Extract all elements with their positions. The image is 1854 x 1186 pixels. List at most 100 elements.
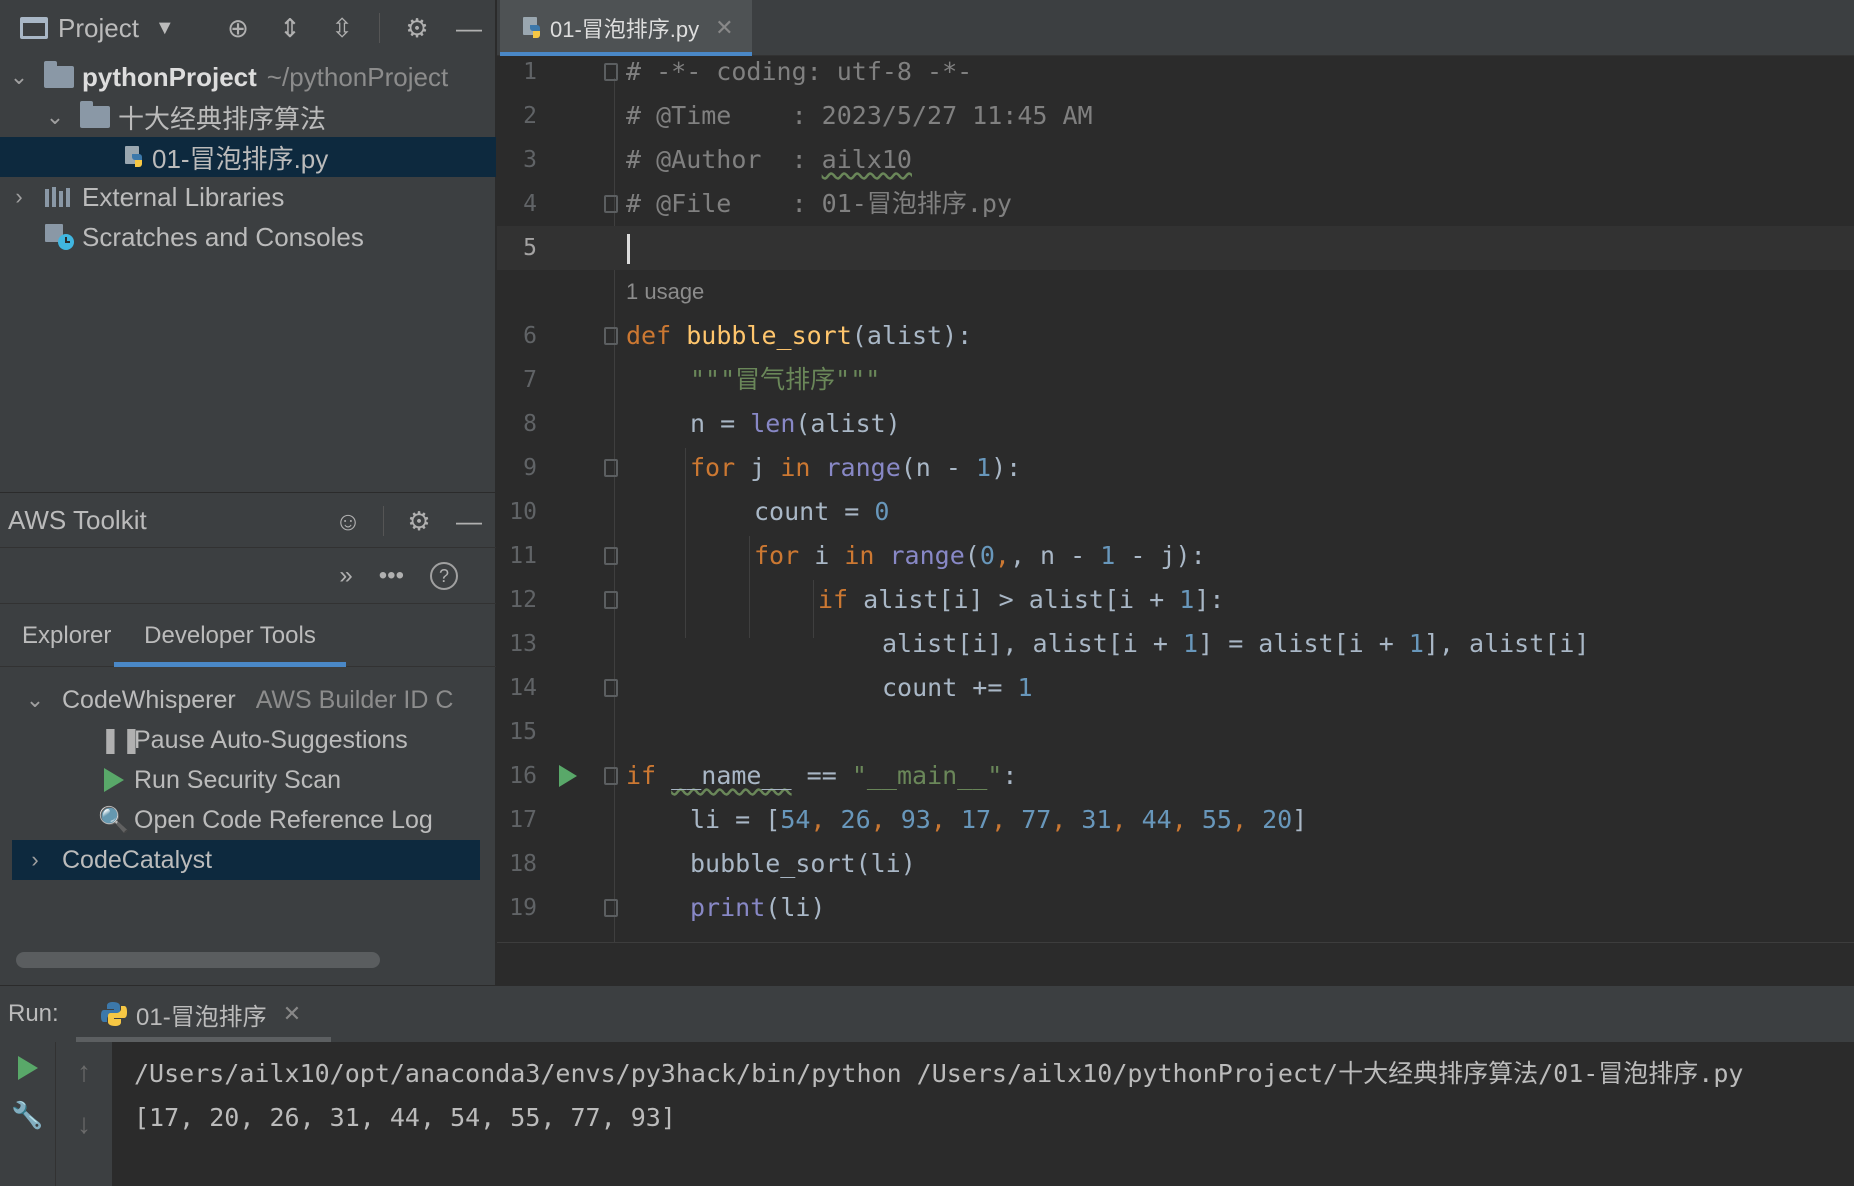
tree-item-codecatalyst[interactable]: › CodeCatalyst [12, 840, 480, 880]
code-text: # @Author : ailx10 [626, 138, 912, 182]
project-panel-title[interactable]: Project [58, 13, 139, 44]
tree-item-security-scan[interactable]: Run Security Scan [0, 760, 496, 800]
more-options-icon[interactable]: ••• [379, 562, 404, 590]
fold-marker-icon[interactable] [604, 63, 618, 81]
tree-item-python-project[interactable]: ⌄ pythonProject ~/pythonProject [0, 57, 496, 97]
line-number: 5 [523, 235, 537, 261]
docstring: """冒气排序""" [690, 365, 881, 394]
minimize-icon[interactable]: — [454, 506, 484, 536]
console-command-line: /Users/ailx10/opt/anaconda3/envs/py3hack… [134, 1059, 1744, 1088]
usage-hint[interactable]: 1 usage [626, 270, 704, 314]
gear-icon[interactable]: ⚙ [404, 506, 434, 536]
collapse-all-icon[interactable]: ⇳ [327, 13, 357, 43]
project-root-name: pythonProject [82, 61, 257, 92]
line-number: 17 [509, 807, 537, 833]
run-label: Run: [8, 1000, 59, 1027]
fold-marker-icon[interactable] [604, 195, 618, 213]
editor-tab-label: 01-冒泡排序.py [550, 17, 700, 42]
code-fragment: ]: [1194, 585, 1225, 614]
wrench-icon[interactable]: 🔧 [11, 1100, 43, 1131]
tree-item-scratches[interactable]: Scratches and Consoles [0, 217, 496, 257]
run-gutter-icon[interactable] [559, 765, 577, 787]
code-line: 3 # @Author : ailx10 [497, 138, 1854, 182]
chevron-down-icon[interactable]: ⌄ [8, 64, 30, 90]
run-side-toolbar: 🔧 ↑ ↓ [0, 1042, 112, 1186]
smiley-feedback-icon[interactable]: ☺ [333, 506, 363, 536]
tree-item-sort-folder[interactable]: ⌄ 十大经典排序算法 [0, 97, 496, 137]
tree-item-bubble-sort-file[interactable]: 01-冒泡排序.py [0, 137, 496, 177]
code-line: 2 # @Time : 2023/5/27 11:45 AM [497, 94, 1854, 138]
tree-item-codewhisperer[interactable]: ⌄ CodeWhisperer AWS Builder ID C [0, 680, 496, 720]
python-file-icon [125, 146, 142, 167]
close-icon[interactable]: ✕ [283, 1001, 301, 1027]
expand-all-icon[interactable]: ⇕ [275, 13, 305, 43]
builtin: range [825, 453, 901, 482]
aws-toolkit-header: AWS Toolkit ☺ ⚙ — [0, 492, 496, 548]
code-line: 7 """冒气排序""" [497, 358, 1854, 402]
close-icon[interactable]: ✕ [715, 15, 733, 41]
arrow-up-icon[interactable]: ↑ [77, 1056, 91, 1088]
fold-marker-icon[interactable] [604, 591, 618, 609]
tab-explorer[interactable]: Explorer [22, 605, 111, 667]
code-fragment: count += [882, 673, 1018, 702]
line-number: 18 [509, 851, 537, 877]
python-file-icon [523, 17, 540, 38]
line-number: 6 [523, 323, 537, 349]
minimize-icon[interactable]: — [454, 13, 484, 43]
code-fragment: ], alist[i] [1423, 629, 1590, 658]
chevron-down-icon[interactable]: ▼ [155, 17, 175, 40]
code-line: 12 if alist[i] > alist[i + 1]: [497, 578, 1854, 622]
codecatalyst-label: CodeCatalyst [62, 845, 213, 874]
reference-log-icon: 🔍 [98, 805, 130, 834]
pause-label: Pause Auto-Suggestions [134, 725, 408, 754]
code-editor[interactable]: 1 # -*- coding: utf-8 -*- 2 # @Time : 20… [497, 56, 1854, 943]
chevron-down-icon[interactable]: ⌄ [24, 687, 46, 713]
code-line: 8 n = len(alist) [497, 402, 1854, 446]
line-number: 13 [509, 631, 537, 657]
builtin: len [750, 409, 796, 438]
code-fragment: (n - [900, 453, 977, 482]
code-text: count = 0 [754, 490, 889, 534]
fold-marker-icon[interactable] [604, 679, 618, 697]
code-line-current: 5 [497, 226, 1854, 270]
run-tab[interactable]: 01-冒泡排序 ✕ [75, 986, 332, 1042]
fold-marker-icon[interactable] [604, 899, 618, 917]
locate-target-icon[interactable]: ⊕ [223, 13, 253, 43]
fold-marker-icon[interactable] [604, 547, 618, 565]
external-libraries-label: External Libraries [82, 181, 285, 212]
code-line: 6 def bubble_sort(alist): [497, 314, 1854, 358]
run-panel: Run: 01-冒泡排序 ✕ 🔧 ↑ ↓ /Users/ailx10/opt/a… [0, 985, 1854, 1186]
play-icon [104, 768, 124, 792]
tree-item-pause-suggestions[interactable]: ❚❚ Pause Auto-Suggestions [0, 720, 496, 760]
fold-marker-icon[interactable] [604, 767, 618, 785]
code-fragment: li = [ [690, 805, 781, 834]
project-root-path: ~/pythonProject [266, 61, 449, 92]
chevron-right-icon[interactable]: › [8, 184, 30, 210]
line-number: 15 [509, 719, 537, 745]
code-line: 17 li = [54, 26, 93, 17, 77, 31, 44, 55,… [497, 798, 1854, 842]
horizontal-scrollbar[interactable] [16, 952, 380, 968]
gear-icon[interactable]: ⚙ [402, 13, 432, 43]
arrow-down-icon[interactable]: ↓ [77, 1108, 91, 1140]
line-number: 12 [509, 587, 537, 613]
double-chevron-right-icon[interactable]: » [339, 562, 352, 590]
editor-tab-bubble-sort[interactable]: 01-冒泡排序.py ✕ [500, 0, 752, 56]
code-line: 11 for i in range(0,, n - 1 - j): [497, 534, 1854, 578]
tree-item-external-libraries[interactable]: › External Libraries [0, 177, 496, 217]
fold-marker-icon[interactable] [604, 327, 618, 345]
line-number: 9 [523, 455, 537, 481]
scratches-label: Scratches and Consoles [82, 221, 364, 252]
chevron-right-icon[interactable]: › [24, 847, 46, 873]
rerun-icon[interactable] [17, 1056, 38, 1080]
codewhisperer-label: CodeWhisperer [62, 685, 236, 714]
code-text: def bubble_sort(alist): [626, 314, 972, 358]
code-text: if alist[i] > alist[i + 1]: [818, 578, 1224, 622]
console-output[interactable]: /Users/ailx10/opt/anaconda3/envs/py3hack… [112, 1042, 1854, 1186]
tab-developer-tools[interactable]: Developer Tools [114, 605, 346, 667]
help-icon[interactable]: ? [430, 562, 458, 590]
fold-marker-icon[interactable] [604, 459, 618, 477]
project-panel-header[interactable]: Project ▼ ⊕ ⇕ ⇳ ⚙ — [0, 0, 496, 56]
code-text: # @Time : 2023/5/27 11:45 AM [626, 101, 1093, 130]
chevron-down-icon[interactable]: ⌄ [44, 104, 66, 130]
tree-item-reference-log[interactable]: 🔍 Open Code Reference Log [0, 800, 496, 840]
